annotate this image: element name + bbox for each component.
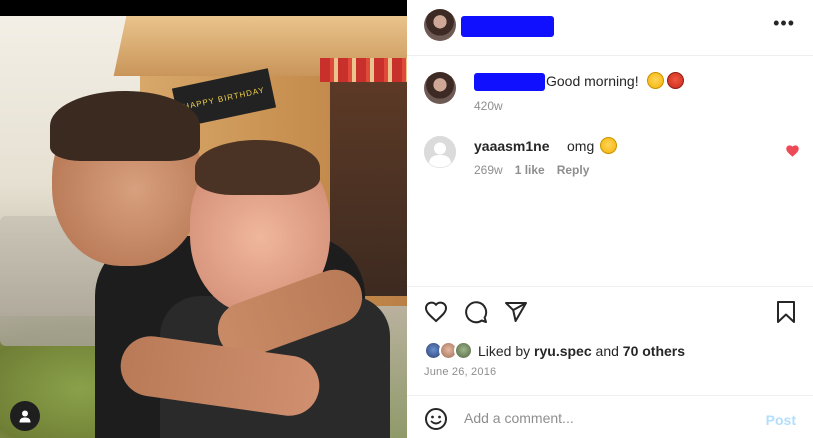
post-actions bbox=[407, 286, 813, 340]
post-photo[interactable]: HAPPY BIRTHDAY bbox=[0, 16, 407, 438]
loudly-crying-face-icon bbox=[600, 137, 617, 154]
likes-others-count[interactable]: 70 others bbox=[623, 343, 685, 359]
default-avatar-icon bbox=[424, 136, 456, 168]
author-avatar[interactable] bbox=[424, 9, 456, 41]
comment-bubble-icon bbox=[465, 301, 488, 324]
photo-flag-bunting bbox=[320, 58, 407, 82]
share-button[interactable] bbox=[504, 300, 528, 329]
tagged-users-button[interactable] bbox=[10, 401, 40, 431]
likes-conjunction: and bbox=[595, 343, 619, 359]
save-button[interactable] bbox=[775, 300, 797, 329]
comment-likes[interactable]: 1 like bbox=[515, 163, 545, 177]
likes-prefix: Liked by bbox=[478, 343, 531, 359]
heart-outline-icon bbox=[424, 301, 448, 323]
comment-like-button[interactable] bbox=[786, 144, 799, 162]
user-tag-icon bbox=[19, 410, 31, 423]
caption-text: Good morning! bbox=[546, 73, 639, 89]
comment-username[interactable]: yaaasm1ne bbox=[474, 138, 550, 154]
liker-avatar bbox=[454, 341, 473, 360]
comment-timestamp[interactable]: 269w bbox=[474, 163, 503, 177]
caption-timestamp[interactable]: 420w bbox=[474, 99, 503, 113]
post-modal: HAPPY BIRTHDAY ••• Good morning! 420w ya… bbox=[0, 0, 813, 438]
comment-input[interactable] bbox=[464, 405, 754, 431]
smiley-face-icon bbox=[425, 408, 447, 430]
smiling-face-with-halo-icon bbox=[647, 72, 664, 89]
caption-author-avatar[interactable] bbox=[424, 72, 456, 104]
paper-plane-icon bbox=[505, 302, 527, 322]
post-date[interactable]: June 26, 2016 bbox=[424, 366, 496, 378]
comment-button[interactable] bbox=[464, 300, 488, 329]
like-button[interactable] bbox=[424, 300, 448, 329]
add-comment-bar: Post bbox=[407, 395, 813, 438]
reply-button[interactable]: Reply bbox=[557, 163, 590, 177]
comment-text: omg bbox=[567, 138, 595, 154]
more-options-icon[interactable]: ••• bbox=[773, 14, 795, 32]
post-comment-button[interactable]: Post bbox=[766, 412, 796, 428]
redacted-username bbox=[461, 16, 554, 37]
emoji-picker-button[interactable] bbox=[424, 407, 448, 436]
photo-older-child-hair bbox=[50, 91, 200, 161]
caption-emojis bbox=[647, 72, 684, 89]
heart-filled-icon bbox=[786, 145, 799, 157]
redacted-caption-username bbox=[474, 73, 545, 91]
likes-text: Liked by ryu.spec and 70 others bbox=[478, 343, 685, 359]
liker-username[interactable]: ryu.spec bbox=[534, 343, 592, 359]
commenter-avatar[interactable] bbox=[424, 136, 456, 168]
photo-baby-hair bbox=[195, 140, 320, 195]
comment-row: yaaasm1ne omg 269w 1 like Reply bbox=[407, 134, 813, 184]
bookmark-icon bbox=[777, 301, 795, 323]
post-header: ••• bbox=[407, 0, 813, 56]
comment-meta: 269w 1 like Reply bbox=[474, 163, 589, 177]
likes-summary[interactable]: Liked by ryu.spec and 70 others bbox=[424, 341, 804, 363]
smiling-face-with-horns-icon bbox=[667, 72, 684, 89]
post-side-panel: ••• Good morning! 420w yaaasm1ne omg 269… bbox=[407, 0, 813, 438]
